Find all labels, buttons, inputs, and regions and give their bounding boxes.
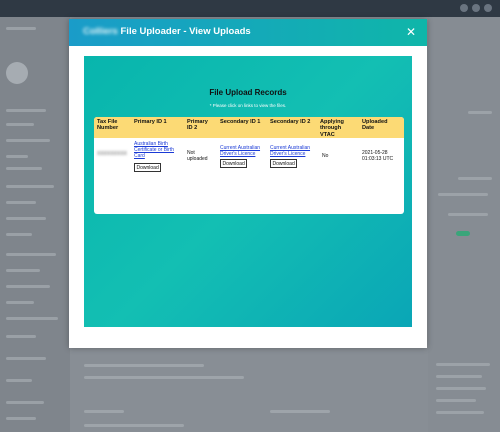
secondary-id-2-download-button[interactable]: Download bbox=[270, 159, 298, 168]
primary-id-1-download-button[interactable]: Download bbox=[134, 163, 162, 172]
upload-records-panel: File Upload Records * Please click on li… bbox=[84, 56, 412, 327]
records-note: * Please click on links to view the file… bbox=[209, 103, 287, 108]
secondary-id-2-link[interactable]: Current Australian Driver's Licence bbox=[270, 145, 310, 157]
background-avatar-icon bbox=[484, 4, 492, 12]
background-notification-icon bbox=[460, 4, 468, 12]
upload-records-table: Tax File Number Primary ID 1 Primary ID … bbox=[94, 117, 404, 214]
uploaded-date-cell: 2021-05-28 01:03:13 UTC bbox=[362, 150, 394, 162]
background-settings-icon bbox=[472, 4, 480, 12]
primary-id-1-link[interactable]: Australian Birth Certificate or Birth Ca… bbox=[134, 141, 174, 159]
tax-file-number-cell: XXXXXXXXX bbox=[97, 151, 128, 157]
modal-title-prefix: Colliers bbox=[83, 26, 118, 37]
modal-header: Colliers File Uploader - View Uploads ✕ bbox=[69, 19, 427, 46]
background-left-panel bbox=[0, 17, 70, 432]
secondary-id-1-cell: Current Australian Driver's Licence bbox=[220, 145, 270, 158]
primary-id-1-cell: Australian Birth Certificate or Birth Ca… bbox=[134, 141, 186, 159]
header-uploaded-date: Uploaded Date bbox=[362, 119, 388, 132]
modal-title-text: File Uploader - View Uploads bbox=[120, 26, 251, 37]
header-secondary-id-1: Secondary ID 1 bbox=[220, 119, 261, 125]
secondary-id-1-download-button[interactable]: Download bbox=[220, 159, 248, 168]
primary-id-2-cell: Not uploaded bbox=[187, 150, 208, 162]
modal-title: Colliers File Uploader - View Uploads bbox=[83, 26, 251, 37]
header-tax-file-number: Tax File Number bbox=[97, 119, 119, 132]
close-icon: ✕ bbox=[405, 25, 417, 39]
background-top-bar bbox=[0, 0, 500, 17]
header-applying-through-vtac: Applying through VTAC bbox=[320, 119, 344, 138]
secondary-id-1-link[interactable]: Current Australian Driver's Licence bbox=[220, 145, 260, 157]
table-header-row: Tax File Number Primary ID 1 Primary ID … bbox=[94, 117, 404, 138]
applying-through-vtac-cell: No bbox=[322, 153, 329, 159]
header-primary-id-1: Primary ID 1 bbox=[134, 119, 167, 125]
background-right-panel bbox=[428, 17, 500, 432]
background-main-content bbox=[70, 348, 428, 432]
file-uploader-modal: Colliers File Uploader - View Uploads ✕ … bbox=[69, 19, 427, 348]
background-status-badge bbox=[456, 231, 470, 236]
secondary-id-2-cell: Current Australian Driver's Licence bbox=[270, 145, 320, 158]
close-button[interactable]: ✕ bbox=[403, 24, 419, 40]
header-secondary-id-2: Secondary ID 2 bbox=[270, 119, 311, 125]
header-primary-id-2: Primary ID 2 bbox=[187, 119, 208, 132]
records-title: File Upload Records bbox=[209, 88, 287, 97]
background-avatar bbox=[6, 62, 28, 84]
